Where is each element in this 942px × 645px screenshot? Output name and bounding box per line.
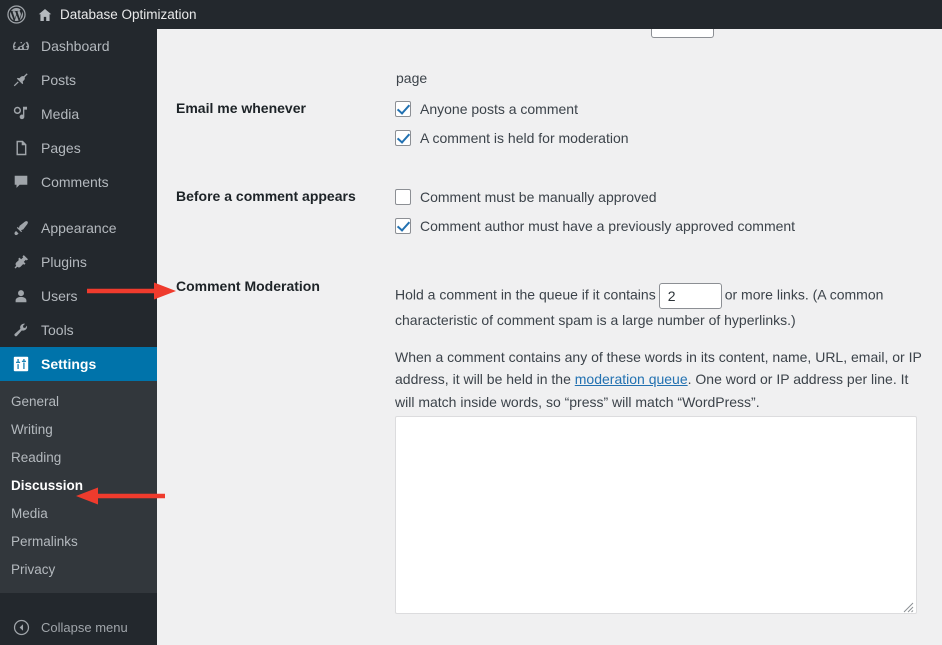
orphan-text-page: page: [396, 70, 428, 86]
checkbox-row[interactable]: A comment is held for moderation: [395, 128, 629, 149]
sidebar-item-label: Users: [41, 288, 78, 304]
checkbox-label: Comment must be manually approved: [420, 189, 657, 205]
moderation-keys-textarea-wrapper[interactable]: [395, 416, 917, 614]
comment-bubble-icon: [10, 173, 32, 191]
checkbox-row[interactable]: Anyone posts a comment: [395, 99, 629, 120]
pin-icon: [10, 71, 32, 89]
moderation-keys-paragraph: When a comment contains any of these wor…: [395, 346, 923, 414]
sidebar-item-label: Tools: [41, 322, 74, 338]
sidebar-item-pages[interactable]: Pages: [0, 131, 157, 165]
checkbox-anyone-posts-a-comment[interactable]: [395, 101, 411, 117]
submenu-item-reading[interactable]: Reading: [0, 444, 157, 472]
submenu-item-discussion[interactable]: Discussion: [0, 472, 157, 500]
home-icon: [37, 7, 53, 23]
checkbox-label: Comment author must have a previously ap…: [420, 218, 796, 234]
checkbox-comment-held-for-moderation[interactable]: [395, 130, 411, 146]
sidebar-item-label: Dashboard: [41, 38, 110, 54]
collapse-arrow-icon: [10, 619, 32, 636]
submenu-item-privacy[interactable]: Privacy: [0, 556, 157, 584]
settings-submenu: General Writing Reading Discussion Media…: [0, 381, 157, 593]
sidebar-item-users[interactable]: Users: [0, 279, 157, 313]
site-name-menu[interactable]: Database Optimization: [32, 0, 205, 29]
dashboard-icon: [10, 37, 32, 55]
sidebar-item-posts[interactable]: Posts: [0, 63, 157, 97]
checkbox-row[interactable]: Comment must be manually approved: [395, 187, 795, 208]
submenu-item-general[interactable]: General: [0, 388, 157, 416]
clipped-number-input-above[interactable]: [651, 29, 714, 38]
sidebar-item-tools[interactable]: Tools: [0, 313, 157, 347]
row-field: Anyone posts a comment A comment is held…: [395, 99, 629, 157]
row-label-comment-moderation: Comment Moderation: [176, 278, 320, 294]
media-icon: [10, 105, 32, 123]
resize-grip-icon[interactable]: [902, 600, 914, 613]
collapse-menu-button[interactable]: Collapse menu: [0, 610, 157, 645]
sidebar-item-label: Media: [41, 106, 80, 122]
main-content: page Email me whenever Anyone posts a co…: [157, 29, 942, 639]
user-icon: [10, 287, 32, 305]
sidebar-item-label: Pages: [41, 140, 81, 156]
site-title: Database Optimization: [60, 7, 197, 22]
sidebar-item-label: Comments: [41, 174, 109, 190]
sidebar-item-settings[interactable]: Settings: [0, 347, 165, 381]
sidebar-item-comments[interactable]: Comments: [0, 165, 157, 199]
checkbox-comment-must-be-manually-approved[interactable]: [395, 189, 411, 205]
wordpress-logo-icon[interactable]: [0, 0, 32, 29]
sidebar-item-media[interactable]: Media: [0, 97, 157, 131]
moderation-queue-link[interactable]: moderation queue: [575, 371, 688, 387]
admin-bar: Database Optimization: [0, 0, 942, 29]
row-label: Before a comment appears: [176, 188, 356, 204]
hold-text-before: Hold a comment in the queue if it contai…: [395, 286, 656, 303]
checkbox-label: Anyone posts a comment: [420, 101, 578, 117]
sidebar-item-label: Appearance: [41, 220, 117, 236]
pages-icon: [10, 139, 32, 157]
submenu-item-media[interactable]: Media: [0, 500, 157, 528]
submenu-item-permalinks[interactable]: Permalinks: [0, 528, 157, 556]
settings-sliders-icon: [10, 355, 32, 373]
collapse-menu-label: Collapse menu: [41, 620, 128, 635]
sidebar-item-dashboard[interactable]: Dashboard: [0, 29, 157, 63]
paintbrush-icon: [10, 219, 32, 237]
hold-comment-paragraph: Hold a comment in the queue if it contai…: [395, 283, 923, 332]
sidebar-item-label: Plugins: [41, 254, 87, 270]
row-field: Comment must be manually approved Commen…: [395, 187, 795, 245]
wrench-icon: [10, 321, 32, 339]
sidebar-item-label: Settings: [41, 356, 97, 372]
plug-icon: [10, 253, 32, 271]
checkbox-row[interactable]: Comment author must have a previously ap…: [395, 216, 795, 237]
comment-moderation-field: Hold a comment in the queue if it contai…: [395, 283, 923, 414]
wordpress-admin-screen: Database Optimization Dashboard Posts Me…: [0, 0, 942, 645]
checkbox-comment-author-previously-approved[interactable]: [395, 218, 411, 234]
row-label: Email me whenever: [176, 100, 306, 116]
sidebar-item-label: Posts: [41, 72, 77, 88]
submenu-item-writing[interactable]: Writing: [0, 416, 157, 444]
links-threshold-input[interactable]: [658, 283, 722, 309]
admin-sidebar-menu: Dashboard Posts Media Pages Comments App…: [0, 29, 165, 645]
sidebar-item-appearance[interactable]: Appearance: [0, 211, 157, 245]
checkbox-label: A comment is held for moderation: [420, 130, 629, 146]
menu-separator: [0, 199, 157, 211]
sidebar-item-plugins[interactable]: Plugins: [0, 245, 157, 279]
